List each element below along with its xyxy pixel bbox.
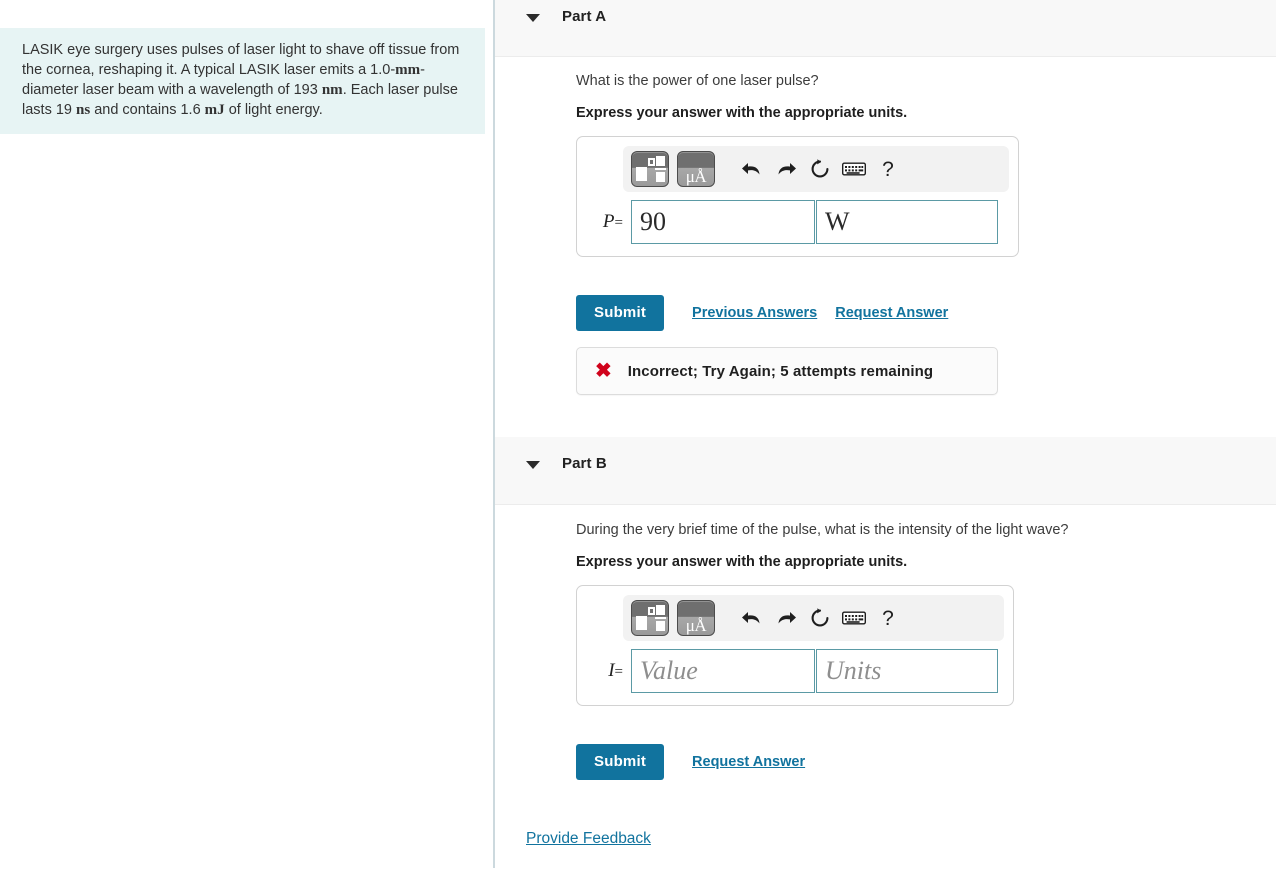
question-text-a: What is the power of one laser pulse? (576, 73, 819, 89)
undo-icon[interactable] (735, 601, 769, 635)
answer-box-a: μÅ ? P= 90 W (576, 136, 1019, 257)
answer-units-input-a[interactable]: W (816, 200, 998, 244)
controls-b: Submit Request Answer (576, 744, 805, 780)
math-toolbar-b: μÅ ? (623, 595, 1004, 641)
keyboard-icon[interactable] (837, 601, 871, 635)
controls-a: Submit Previous Answers Request Answer (576, 295, 948, 331)
problem-unit-mj: mJ (204, 102, 225, 118)
chevron-down-icon[interactable] (526, 461, 540, 469)
question-text-b: During the very brief time of the pulse,… (576, 522, 1069, 538)
problem-pane: LASIK eye surgery uses pulses of laser l… (0, 0, 485, 875)
answer-row-a: P= 90 W (577, 200, 1018, 256)
answer-box-b: μÅ ? I= Value Units (576, 585, 1014, 706)
part-title-a: Part A (562, 8, 607, 25)
chevron-down-icon[interactable] (526, 14, 540, 22)
equals-sign-a: = (614, 215, 623, 231)
answer-units-input-b[interactable]: Units (816, 649, 998, 693)
help-icon[interactable]: ? (871, 601, 905, 635)
template-icon[interactable] (631, 151, 669, 187)
redo-icon[interactable] (769, 601, 803, 635)
request-answer-link-a[interactable]: Request Answer (835, 305, 948, 321)
problem-unit-mm: mm (395, 62, 421, 78)
equals-sign-b: = (614, 664, 623, 680)
part-title-b: Part B (562, 455, 607, 472)
part-header-a[interactable]: Part A (495, 0, 1276, 57)
keyboard-icon[interactable] (837, 152, 871, 186)
variable-label-a: P= (587, 211, 631, 233)
problem-seg-0: LASIK eye surgery uses pulses of laser l… (22, 42, 460, 78)
provide-feedback-link[interactable]: Provide Feedback (526, 830, 651, 848)
units-icon[interactable]: μÅ (677, 151, 715, 187)
problem-seg-6: and contains 1.6 (90, 102, 205, 118)
redo-icon[interactable] (769, 152, 803, 186)
units-icon-angstrom: Å (694, 616, 707, 635)
problem-seg-8: of light energy. (224, 102, 323, 118)
submit-button-b[interactable]: Submit (576, 744, 665, 780)
answer-value-input-a[interactable]: 90 (631, 200, 815, 244)
units-icon-angstrom: Å (694, 167, 707, 186)
x-mark-icon: ✖ (595, 360, 612, 382)
answer-row-b: I= Value Units (577, 649, 1013, 705)
variable-label-b: I= (587, 660, 631, 682)
reset-icon[interactable] (803, 601, 837, 635)
request-answer-link-b[interactable]: Request Answer (692, 754, 805, 770)
help-icon[interactable]: ? (871, 152, 905, 186)
instruction-text-a: Express your answer with the appropriate… (576, 105, 908, 121)
status-badge-incorrect: ✖ Incorrect; Try Again; 5 attempts remai… (576, 347, 998, 395)
problem-unit-nm: nm (321, 82, 343, 98)
part-header-b[interactable]: Part B (495, 437, 1276, 505)
problem-statement: LASIK eye surgery uses pulses of laser l… (0, 28, 485, 134)
variable-symbol-a: P (602, 211, 615, 232)
math-toolbar-a: μÅ ? (623, 146, 1009, 192)
answer-pane: Part A What is the power of one laser pu… (495, 0, 1276, 875)
previous-answers-link-a[interactable]: Previous Answers (692, 305, 817, 321)
template-icon[interactable] (631, 600, 669, 636)
undo-icon[interactable] (735, 152, 769, 186)
submit-button-a[interactable]: Submit (576, 295, 665, 331)
units-icon[interactable]: μÅ (677, 600, 715, 636)
feedback-message: Incorrect; Try Again; 5 attempts remaini… (627, 362, 934, 380)
problem-unit-ns: ns (76, 102, 91, 118)
reset-icon[interactable] (803, 152, 837, 186)
answer-value-input-b[interactable]: Value (631, 649, 815, 693)
instruction-text-b: Express your answer with the appropriate… (576, 554, 908, 570)
